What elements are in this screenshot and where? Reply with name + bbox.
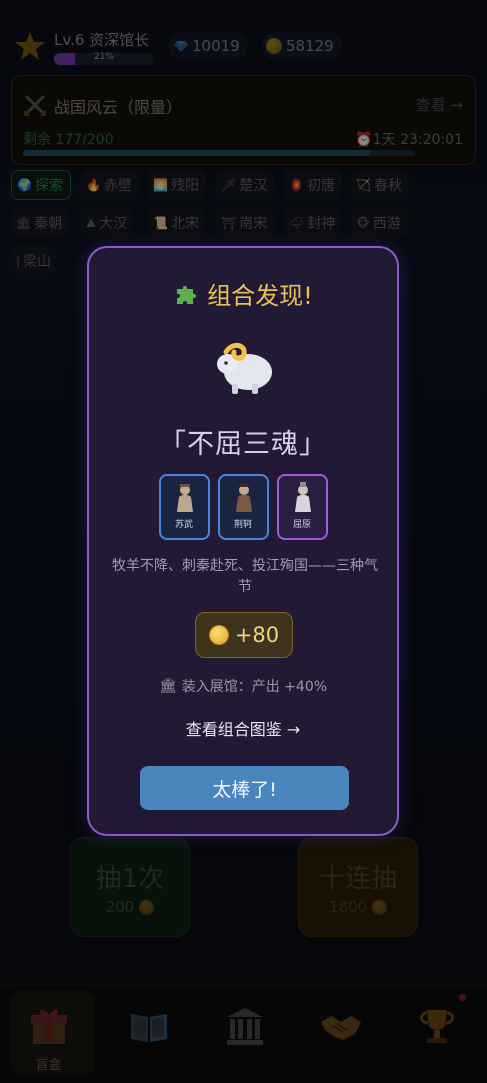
coin-icon [208, 625, 229, 645]
figure-portrait-icon [176, 484, 193, 512]
museum-bonus-text: 装入展馆：产出 +40% [181, 679, 328, 695]
figure-portrait-icon [235, 483, 252, 512]
reward-amount: +80 [234, 623, 280, 647]
combo-discovery-dialog: 组合发现! 「不屈三魂」 苏武 荆轲 屈原 牧羊不降、刺秦赴死、投江殉国——三种… [87, 246, 399, 836]
combo-description: 牧羊不降、刺秦赴死、投江殉国——三种气节 [112, 558, 378, 595]
figure-card-suwu[interactable]: 苏武 [158, 474, 210, 540]
view-combo-catalog-link[interactable]: 查看组合图鉴 → [89, 716, 397, 740]
figure-card-quyuan[interactable]: 屈原 [276, 474, 328, 540]
confirm-button[interactable]: 太棒了! [140, 766, 349, 810]
figure-card-jingke[interactable]: 荆轲 [217, 474, 269, 540]
figure-portrait-icon [294, 482, 311, 512]
museum-icon: 🏛 [158, 678, 177, 694]
puzzle-piece-icon [177, 285, 197, 304]
dialog-title: 组合发现! [207, 282, 313, 310]
combo-figure-list: 苏武 荆轲 屈原 [89, 474, 397, 540]
coin-reward: +80 [195, 612, 293, 658]
figure-name: 荆轲 [233, 520, 252, 530]
combo-name: 「不屈三魂」 [159, 429, 327, 460]
figure-name: 苏武 [174, 520, 193, 530]
dialog-header: 组合发现! [89, 276, 397, 311]
ram-icon [217, 343, 272, 394]
museum-bonus: 🏛 装入展馆：产出 +40% [89, 676, 397, 696]
figure-name: 屈原 [292, 520, 311, 530]
